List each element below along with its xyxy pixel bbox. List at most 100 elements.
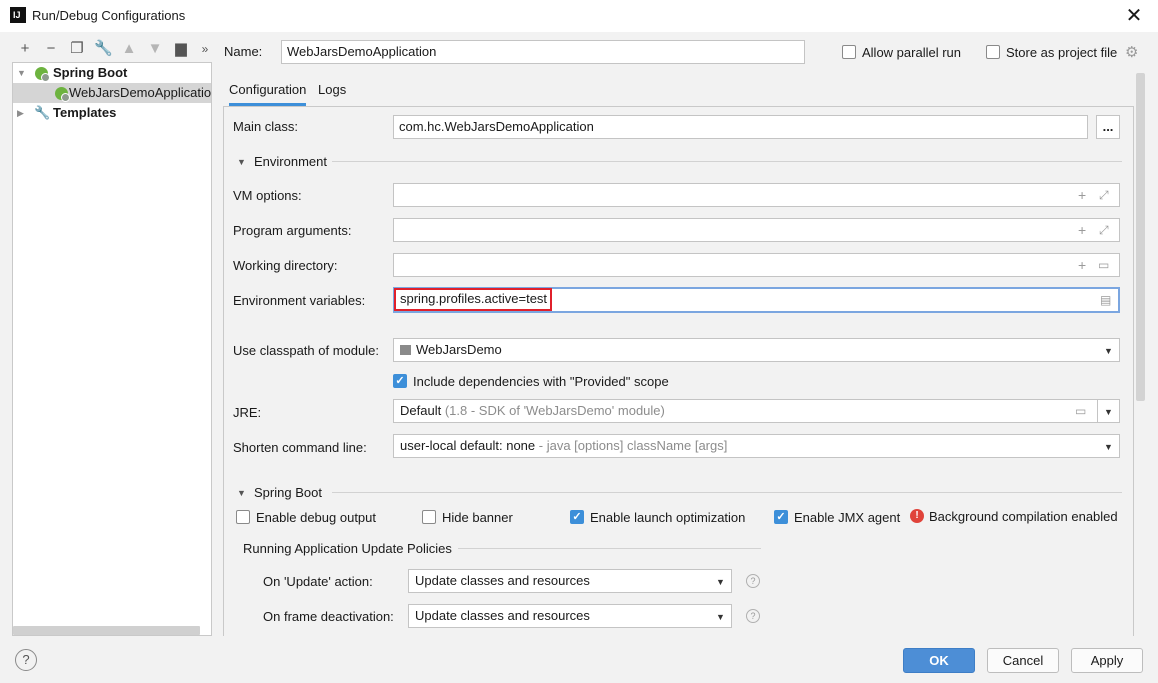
jre-hint: (1.8 - SDK of 'WebJarsDemo' module) [444,403,665,418]
title-bar: IJ Run/Debug Configurations ✕ [0,0,1158,32]
chevron-down-icon[interactable]: ▼ [1104,346,1113,356]
gear-icon[interactable]: ⚙ [1125,43,1138,61]
add-icon[interactable]: + [1078,184,1086,206]
section-divider [332,492,1122,493]
on-deactivation-value: Update classes and resources [415,608,590,623]
browse-main-class-button[interactable]: ... [1096,115,1120,139]
on-update-label: On 'Update' action: [263,574,373,589]
add-icon[interactable]: + [1078,219,1086,241]
allow-parallel-checkbox[interactable] [842,45,856,59]
launch-optimization-checkbox[interactable]: ✓ [570,510,584,524]
copy-icon[interactable]: ❐ [68,40,86,58]
intellij-app-icon: IJ [10,7,26,23]
jre-select[interactable]: Default (1.8 - SDK of 'WebJarsDemo' modu… [393,399,1098,423]
tree-horizontal-scrollbar[interactable] [13,626,200,635]
name-input[interactable]: WebJarsDemoApplication [281,40,805,64]
document-icon[interactable]: ▤ [1100,289,1111,311]
environment-collapse-icon[interactable]: ▼ [237,157,246,167]
spring-app-icon [55,87,70,102]
main-class-input[interactable]: com.hc.WebJarsDemoApplication [393,115,1088,139]
vm-options-input[interactable] [393,183,1120,207]
spring-boot-icon [35,67,50,82]
folder-icon[interactable]: ▭ [1075,400,1086,422]
working-directory-label: Working directory: [233,258,338,273]
remove-icon[interactable]: − [42,40,60,58]
chevron-down-icon[interactable]: ▼ [1104,407,1113,417]
wrench-icon[interactable]: 🔧 [94,40,113,58]
main-class-label: Main class: [233,119,299,134]
allow-parallel-label: Allow parallel run [862,45,961,60]
close-icon[interactable]: ✕ [1124,3,1144,27]
on-deactivation-label: On frame deactivation: [263,609,394,624]
apply-button[interactable]: Apply [1071,648,1143,673]
expand-icon[interactable]: ⤢ [1099,184,1109,206]
jre-label: JRE: [233,405,262,420]
chevron-down-icon[interactable]: ▼ [716,612,725,622]
hide-banner-label: Hide banner [442,510,513,525]
add-icon[interactable]: + [16,40,34,58]
warning-icon: ! [910,509,924,523]
arrow-up-icon[interactable]: ▲ [120,40,138,58]
help-button[interactable]: ? [15,649,37,671]
spring-boot-collapse-icon[interactable]: ▼ [237,488,246,498]
module-icon [400,345,411,355]
classpath-module-select[interactable]: WebJarsDemo [393,338,1120,362]
collapse-arrow-icon[interactable]: ▶ [17,103,24,123]
on-update-select[interactable]: Update classes and resources [408,569,732,593]
tree-item-label: WebJarsDemoApplication [69,85,211,100]
jmx-agent-label: Enable JMX agent [794,510,901,525]
shorten-command-line-label: Shorten command line: [233,440,367,455]
section-divider [332,161,1122,162]
working-directory-input[interactable] [393,253,1120,277]
background-compilation-label: Background compilation enabled [929,509,1118,524]
tree-item-spring-boot[interactable]: ▼ Spring Boot [13,63,211,83]
shorten-value: user-local default: none [400,438,536,453]
chevron-down-icon[interactable]: ▼ [716,577,725,587]
include-dependencies-label: Include dependencies with "Provided" sco… [413,374,669,389]
wrench-icon: 🔧 [34,105,51,120]
tree-item-webjars-demo-application[interactable]: WebJarsDemoApplication [13,83,211,103]
store-as-file-checkbox[interactable] [986,45,1000,59]
folder-icon[interactable]: ▭ [1098,254,1109,276]
help-icon[interactable]: ? [746,609,760,623]
spring-boot-section-title: Spring Boot [254,485,322,500]
hide-banner-checkbox[interactable] [422,510,436,524]
tree-item-templates[interactable]: ▶ 🔧 Templates [13,103,211,123]
cancel-button[interactable]: Cancel [987,648,1059,673]
environment-variables-label: Environment variables: [233,293,366,308]
chevron-down-icon[interactable]: ▼ [1104,442,1113,452]
shorten-hint: - java [options] className [args] [538,438,728,453]
highlight-box [394,288,552,311]
include-dependencies-checkbox[interactable]: ✓ [393,374,407,388]
arrow-down-icon[interactable]: ▼ [146,40,164,58]
ok-button[interactable]: OK [903,648,975,673]
tree-item-label: Spring Boot [53,65,128,80]
help-icon[interactable]: ? [746,574,760,588]
store-as-file-label: Store as project file [1006,45,1118,60]
tab-configuration[interactable]: Configuration [229,80,307,106]
window-title: Run/Debug Configurations [32,8,186,23]
expand-arrow-icon[interactable]: ▼ [17,63,26,83]
tab-logs[interactable]: Logs [318,80,346,106]
more-icon[interactable]: » [196,40,214,58]
jre-value: Default [400,403,442,418]
tree-item-label: Templates [53,105,117,120]
classpath-module-label: Use classpath of module: [233,343,379,358]
environment-section-title: Environment [254,154,327,169]
jmx-agent-checkbox[interactable]: ✓ [774,510,788,524]
vertical-scrollbar[interactable] [1136,73,1145,401]
on-deactivation-select[interactable]: Update classes and resources [408,604,732,628]
vm-options-label: VM options: [233,188,302,203]
folder-add-icon[interactable]: ▆ [172,40,190,58]
name-label: Name: [224,44,263,59]
shorten-command-line-select[interactable]: user-local default: none - java [options… [393,434,1120,458]
configuration-tree: ▼ Spring Boot WebJarsDemoApplication ▶ 🔧… [12,62,212,636]
add-icon[interactable]: + [1078,254,1086,276]
program-arguments-label: Program arguments: [233,223,352,238]
program-arguments-input[interactable] [393,218,1120,242]
debug-output-checkbox[interactable] [236,510,250,524]
debug-output-label: Enable debug output [256,510,376,525]
on-update-value: Update classes and resources [415,573,590,588]
expand-icon[interactable]: ⤢ [1099,219,1109,241]
section-divider [458,548,761,549]
